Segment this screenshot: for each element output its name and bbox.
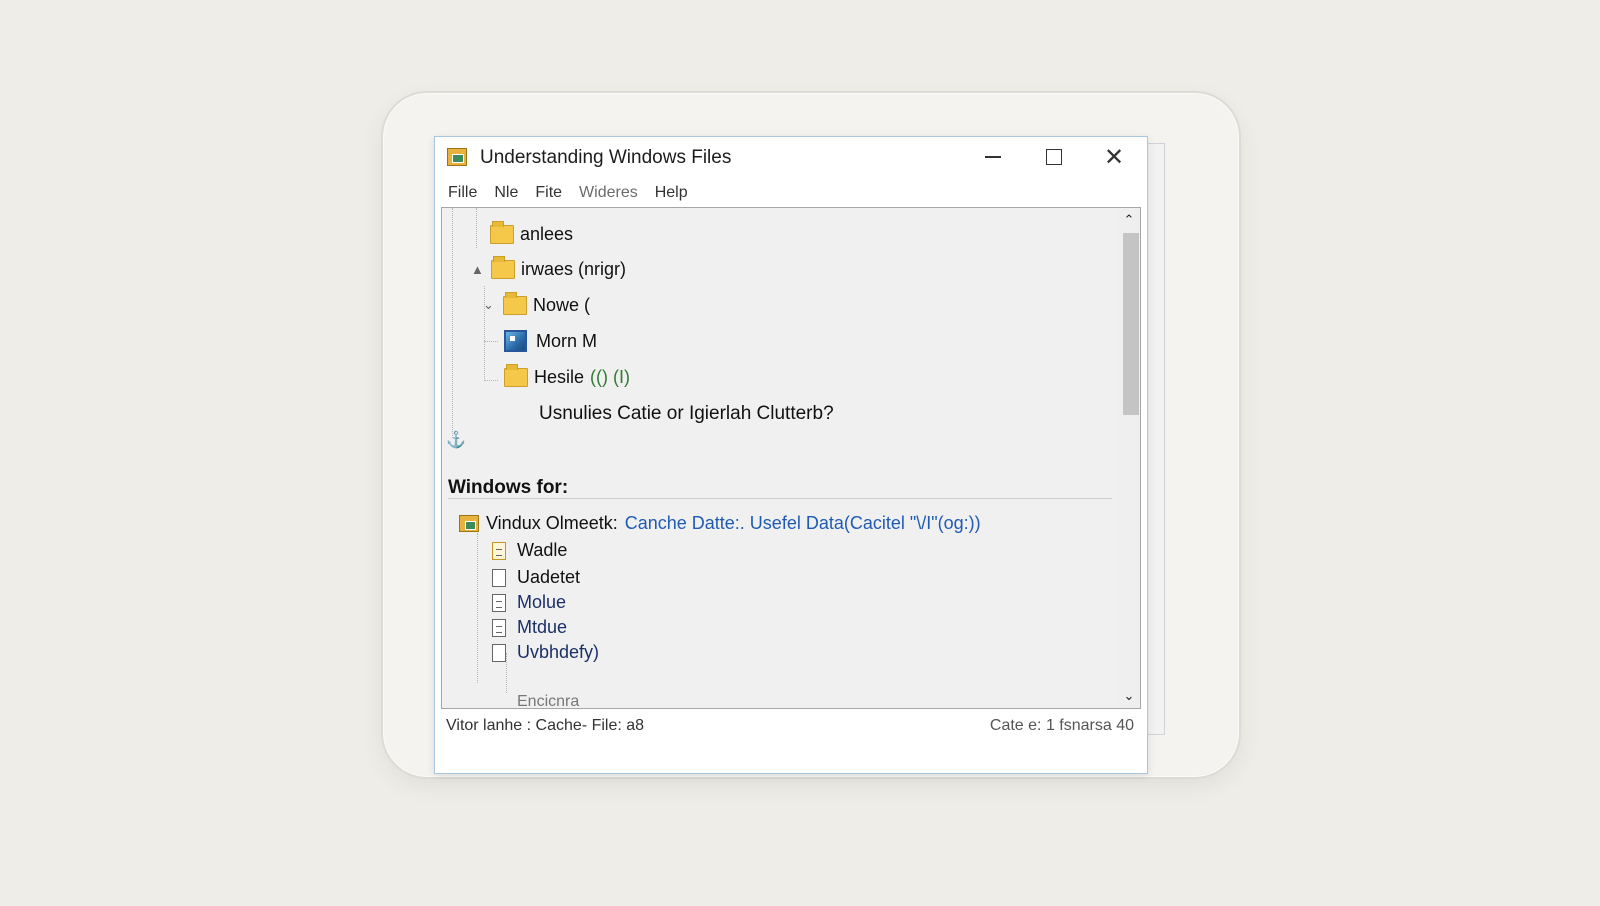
app-icon bbox=[447, 148, 467, 166]
close-icon: ✕ bbox=[1103, 143, 1125, 171]
file-label: Uvbhdefy) bbox=[517, 642, 600, 662]
status-left: Vitor lanhe : Cache- File: a8 bbox=[446, 717, 645, 734]
title-bar[interactable]: Understanding Windows Files ✕ bbox=[435, 137, 1147, 177]
scroll-down-icon[interactable]: ⌄ bbox=[1118, 686, 1140, 706]
tree-item-suffix: (() (I) bbox=[590, 366, 631, 387]
scroll-up-icon[interactable]: ⌃ bbox=[1118, 210, 1140, 230]
file-label: Uadetet bbox=[517, 567, 581, 587]
tree-item-label: anlees bbox=[520, 223, 574, 244]
scroll-thumb[interactable] bbox=[1123, 233, 1139, 415]
minimize-icon bbox=[985, 156, 1001, 158]
section-root-label: Vindux Olmeetk: bbox=[486, 513, 618, 533]
file-icon bbox=[492, 643, 506, 662]
tree-item-label: Morn M bbox=[536, 330, 598, 351]
file-label: Molue bbox=[517, 592, 567, 612]
file-icon bbox=[492, 568, 506, 587]
close-button[interactable]: ✕ bbox=[1086, 139, 1142, 175]
tree-guide-line bbox=[484, 380, 498, 381]
app-icon bbox=[459, 515, 479, 532]
file-label: Mtdue bbox=[517, 617, 568, 637]
maximize-button[interactable] bbox=[1026, 139, 1082, 175]
file-item[interactable]: Molue bbox=[492, 590, 566, 615]
status-bar: Vitor lanhe : Cache- File: a8 Cate e: 1 … bbox=[435, 712, 1147, 740]
file-item[interactable]: Wadle bbox=[492, 538, 567, 563]
document-icon bbox=[492, 593, 506, 612]
section-root-suffix: (Cacitel "\/I"(og:)) bbox=[843, 513, 981, 533]
app-window: Understanding Windows Files ✕ Fille Nle … bbox=[434, 136, 1148, 774]
tree-item[interactable]: ⌄ Nowe ( bbox=[483, 290, 590, 320]
folder-icon bbox=[490, 220, 514, 244]
file-item[interactable]: Uvbhdefy) bbox=[492, 640, 599, 665]
tree-item-label: Hesile bbox=[534, 366, 585, 387]
tree-item-label: irwaes (nrigr) bbox=[521, 258, 627, 279]
menu-wideres[interactable]: Wideres bbox=[579, 181, 638, 205]
tree-guide-line bbox=[476, 208, 477, 248]
document-icon bbox=[492, 618, 506, 637]
folder-icon bbox=[491, 255, 515, 279]
file-item[interactable]: Mtdue bbox=[492, 615, 567, 640]
folder-icon bbox=[504, 363, 528, 387]
file-label: Wadle bbox=[517, 540, 568, 560]
menu-bar: Fille Nle Fite Wideres Help bbox=[435, 181, 1160, 205]
tree-guide-line bbox=[484, 341, 498, 342]
chevron-down-icon[interactable]: ⌄ bbox=[483, 297, 495, 313]
section-root-link[interactable]: Canche Datte:. Usefel Data bbox=[625, 513, 844, 534]
question-text: Usnulies Catie or Igierlah Clutterb? bbox=[539, 403, 834, 424]
menu-fite[interactable]: Fite bbox=[535, 181, 562, 205]
tree-item[interactable]: anlees bbox=[490, 219, 573, 249]
file-item[interactable]: Uadetet bbox=[492, 565, 580, 590]
anchor-icon: ⚓ bbox=[446, 432, 466, 449]
tree-item[interactable]: ▲ irwaes (nrigr) bbox=[471, 254, 626, 284]
menu-nle[interactable]: Nle bbox=[494, 181, 518, 205]
maximize-icon bbox=[1046, 149, 1062, 165]
window-title: Understanding Windows Files bbox=[480, 147, 732, 168]
image-icon bbox=[504, 330, 527, 352]
minimize-button[interactable] bbox=[965, 139, 1021, 175]
status-right: Cate e: 1 fsnarsa 40 bbox=[989, 717, 1134, 734]
folder-icon bbox=[503, 291, 527, 315]
section-divider bbox=[448, 498, 1112, 499]
content-pane: anlees ▲ irwaes (nrigr) ⌄ Nowe ( Morn M … bbox=[441, 207, 1141, 709]
section-heading: Windows for: bbox=[448, 477, 569, 498]
collapse-arrow-icon[interactable]: ▲ bbox=[471, 262, 484, 277]
tree-item[interactable]: Morn M bbox=[504, 326, 597, 356]
tree-guide-line bbox=[477, 533, 478, 683]
file-warm-icon bbox=[492, 541, 506, 560]
tree-item-label: Nowe ( bbox=[533, 294, 591, 315]
menu-file[interactable]: Fille bbox=[448, 181, 477, 205]
faded-file-item: Encicnra bbox=[517, 693, 580, 709]
section-root-item[interactable]: Vindux Olmeetk: Canche Datte:. Usefel Da… bbox=[459, 513, 981, 534]
menu-help[interactable]: Help bbox=[655, 181, 688, 205]
tree-guide-line bbox=[452, 208, 453, 438]
tree-item[interactable]: Hesile (() (I) bbox=[504, 362, 630, 392]
vertical-scrollbar[interactable]: ⌃ ⌄ bbox=[1118, 208, 1140, 708]
